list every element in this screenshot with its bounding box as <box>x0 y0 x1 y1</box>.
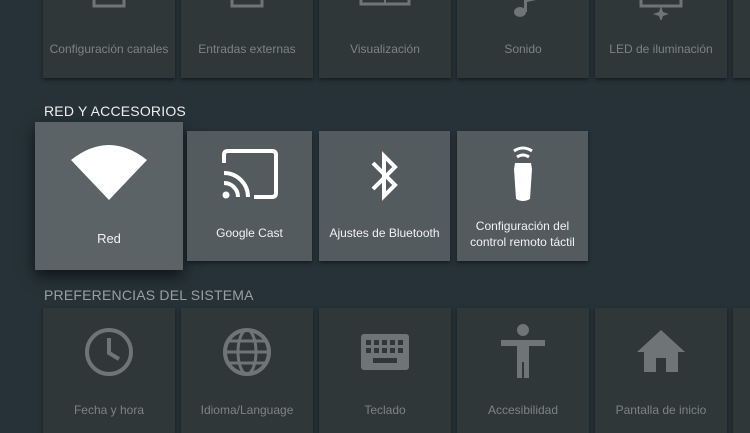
tile-sound[interactable]: Sonido <box>457 0 589 78</box>
tile-partial-edge[interactable] <box>733 0 750 78</box>
tile-label: Teclado <box>364 403 406 417</box>
section-title-system: PREFERENCIAS DEL SISTEMA <box>44 287 254 303</box>
illumination-led-icon <box>595 0 727 20</box>
tile-label: LED de iluminación <box>609 42 713 56</box>
tile-network[interactable]: Red <box>35 122 183 270</box>
tile-label-line1: Configuración del <box>475 219 570 233</box>
tile-google-cast[interactable]: Google Cast <box>187 131 312 261</box>
tile-label-line2: control remoto táctil <box>470 235 575 249</box>
keyboard-icon <box>319 332 451 372</box>
tile-external-inputs[interactable]: Entradas externas <box>181 0 313 78</box>
accessibility-icon <box>457 322 589 380</box>
tile-label: Configuración del control remoto táctil <box>461 218 584 250</box>
tile-label: Pantalla de inicio <box>615 403 707 417</box>
music-note-icon <box>457 0 589 18</box>
bluetooth-icon <box>319 149 450 203</box>
wifi-icon <box>35 144 183 200</box>
tile-label: Visualización <box>350 42 420 56</box>
tile-label: Google Cast <box>216 226 283 240</box>
cast-icon <box>187 149 312 201</box>
display-icon <box>319 0 451 10</box>
tv-channels-icon <box>43 0 175 10</box>
tile-accessibility[interactable]: Accesibilidad <box>457 308 589 433</box>
tile-language[interactable]: Idioma/Language <box>181 308 313 433</box>
home-icon <box>595 328 727 374</box>
tile-label: Entradas externas <box>198 42 296 56</box>
section-title-network: RED Y ACCESORIOS <box>44 103 186 119</box>
tile-label: Configuración canales <box>49 42 169 56</box>
tile-touch-remote-settings[interactable]: Configuración del control remoto táctil <box>457 131 588 261</box>
tile-label: Fecha y hora <box>73 403 145 417</box>
tile-label: Sonido <box>504 42 542 56</box>
tile-label: Accesibilidad <box>487 403 559 417</box>
tile-home-screen[interactable]: Pantalla de inicio <box>595 308 727 433</box>
tile-keyboard[interactable]: Teclado <box>319 308 451 433</box>
globe-icon <box>181 326 313 378</box>
tile-channel-settings[interactable]: Configuración canales <box>43 0 175 78</box>
clock-icon <box>43 326 175 378</box>
external-inputs-icon <box>181 0 313 10</box>
tile-label: Red <box>97 231 121 246</box>
tile-partial-edge[interactable] <box>733 308 750 433</box>
tile-bluetooth-settings[interactable]: Ajustes de Bluetooth <box>319 131 450 261</box>
tile-illumination-led[interactable]: LED de iluminación <box>595 0 727 78</box>
tile-date-time[interactable]: Fecha y hora <box>43 308 175 433</box>
touch-remote-icon <box>457 145 588 203</box>
tile-display[interactable]: Visualización <box>319 0 451 78</box>
tile-label: Idioma/Language <box>200 403 294 417</box>
tile-label: Ajustes de Bluetooth <box>329 226 440 240</box>
